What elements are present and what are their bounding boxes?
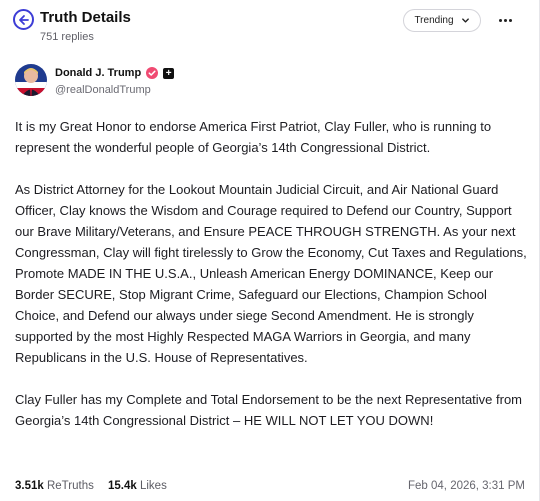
- likes-stat[interactable]: 15.4k Likes: [108, 480, 167, 492]
- author-name: Donald J. Trump: [55, 67, 142, 79]
- replies-count: 751 replies: [40, 31, 94, 43]
- trending-sort-dropdown[interactable]: Trending: [403, 9, 481, 32]
- more-dot-icon: [498, 18, 502, 22]
- page-title: Truth Details: [40, 9, 131, 26]
- post-timestamp: Feb 04, 2026, 3:31 PM: [408, 480, 525, 492]
- verified-badge-icon: [146, 67, 159, 79]
- arrow-left-icon: [18, 14, 29, 25]
- post-paragraph: As District Attorney for the Lookout Mou…: [15, 182, 527, 365]
- post-paragraph: Clay Fuller has my Complete and Total En…: [15, 392, 523, 428]
- author-name-row[interactable]: Donald J. Trump +: [55, 67, 175, 79]
- page-header: Truth Details 751 replies Trending: [0, 0, 540, 52]
- author-handle: @realDonaldTrump: [55, 84, 151, 96]
- trending-label: Trending: [414, 15, 454, 26]
- likes-label: Likes: [139, 480, 167, 492]
- retruths-label: ReTruths: [46, 480, 94, 492]
- more-dot-icon: [508, 18, 512, 22]
- chevron-down-icon: [461, 18, 469, 23]
- plus-badge-icon: +: [163, 67, 175, 79]
- retruths-count: 3.51k: [15, 480, 44, 492]
- truth-details-page: Truth Details 751 replies Trending Donal…: [0, 0, 540, 501]
- post-footer: 3.51k ReTruths 15.4k Likes Feb 04, 2026,…: [15, 480, 525, 496]
- likes-count: 15.4k: [108, 480, 137, 492]
- avatar-image: [15, 64, 47, 96]
- back-button[interactable]: [13, 9, 34, 30]
- more-options-button[interactable]: [494, 10, 516, 30]
- post-paragraph: It is my Great Honor to endorse America …: [15, 119, 492, 155]
- post-body: It is my Great Honor to endorse America …: [15, 116, 527, 431]
- author-avatar[interactable]: [15, 64, 47, 96]
- more-dot-icon: [503, 18, 507, 22]
- retruths-stat[interactable]: 3.51k ReTruths: [15, 480, 94, 492]
